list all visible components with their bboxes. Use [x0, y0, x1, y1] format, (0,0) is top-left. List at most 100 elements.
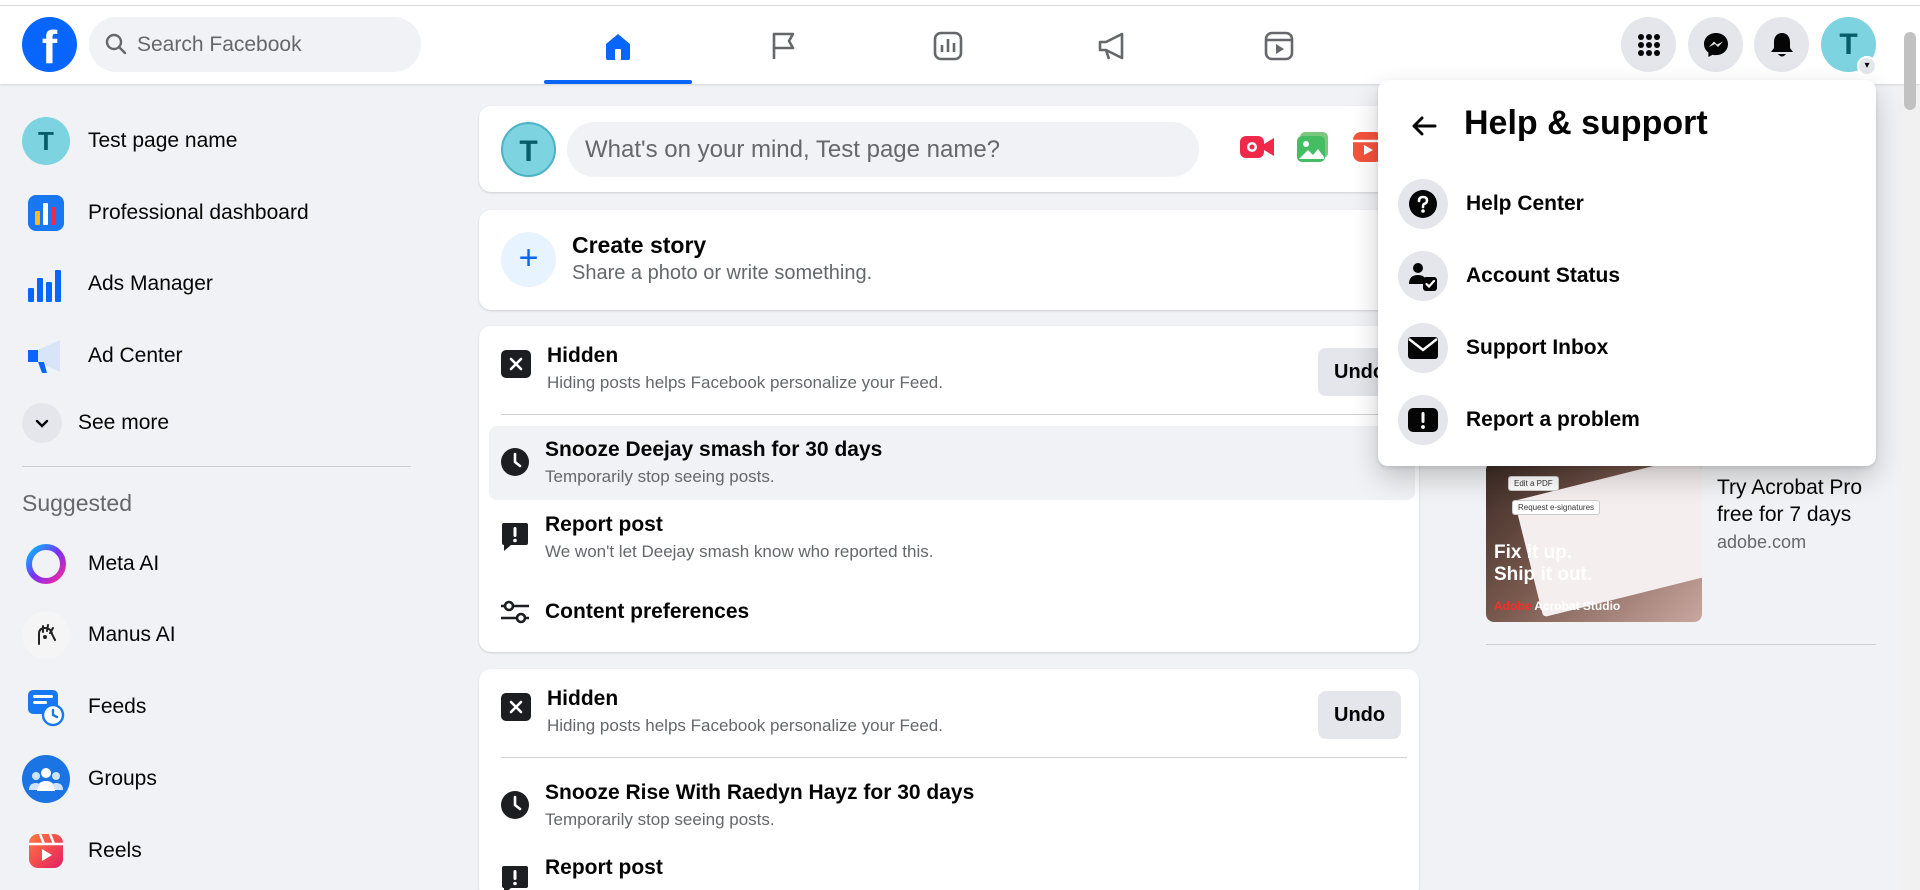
sidebar-item-professional-dashboard[interactable]: Professional dashboard	[22, 185, 412, 241]
content-preferences-option[interactable]: Content preferences	[489, 576, 1415, 650]
tab-video[interactable]	[1205, 10, 1353, 82]
manus-ai-icon	[22, 611, 70, 659]
ad-brand-rest: Acrobat Studio	[1531, 599, 1621, 613]
card-divider	[501, 414, 1407, 415]
sidebar-item-reels[interactable]: Reels	[22, 823, 412, 879]
snooze-option[interactable]: Snooze Rise With Raedyn Hayz for 30 days…	[489, 769, 1415, 843]
live-video-icon[interactable]	[1239, 132, 1275, 167]
sidebar-item-label: Ad Center	[88, 344, 183, 367]
top-navigation-bar: f T ▾	[0, 6, 1920, 84]
chevron-down-icon[interactable]: ▾	[1857, 56, 1877, 76]
report-subtitle: We won't let Deejay smash know who repor…	[545, 542, 934, 561]
help-support-title: Help & support	[1464, 104, 1708, 142]
megaphone-icon	[1098, 32, 1124, 60]
undo-button[interactable]: Undo	[1318, 691, 1402, 739]
sliders-icon	[499, 596, 531, 628]
page-scrollbar-thumb[interactable]	[1904, 32, 1916, 110]
see-more-button[interactable]: See more	[22, 395, 412, 451]
notifications-button[interactable]	[1754, 17, 1809, 72]
account-status-item[interactable]: Account Status	[1392, 244, 1862, 308]
snooze-title: Snooze Rise With Raedyn Hayz for 30 days	[545, 781, 975, 804]
avatar-icon: T	[22, 117, 70, 165]
hidden-title: Hidden	[547, 344, 619, 367]
report-title: Report post	[545, 513, 663, 536]
tab-insights[interactable]	[874, 10, 1022, 82]
support-inbox-item[interactable]: Support Inbox	[1392, 316, 1862, 380]
megaphone-icon	[22, 332, 70, 380]
envelope-icon	[1398, 323, 1448, 373]
sidebar-item-manus-ai[interactable]: Manus AI	[22, 607, 412, 663]
ad-chip-edit: Edit a PDF	[1508, 476, 1559, 491]
report-problem-label: Report a problem	[1466, 408, 1640, 431]
sidebar-item-meta-ai[interactable]: Meta AI	[22, 536, 412, 592]
sidebar-item-label: Manus AI	[88, 623, 176, 646]
facebook-logo-icon[interactable]: f	[22, 17, 77, 72]
search-input[interactable]	[137, 17, 407, 72]
composer-avatar[interactable]: T	[501, 122, 556, 177]
tab-home[interactable]	[544, 10, 692, 84]
account-status-label: Account Status	[1466, 264, 1621, 287]
report-post-option[interactable]: Report post	[489, 844, 1415, 890]
groups-icon	[22, 755, 70, 803]
right-column-divider	[1486, 644, 1876, 645]
snooze-subtitle: Temporarily stop seeing posts.	[545, 810, 775, 829]
content-preferences-label: Content preferences	[545, 600, 750, 623]
hidden-title: Hidden	[547, 687, 619, 710]
bell-icon	[1770, 32, 1793, 56]
dashboard-icon	[22, 189, 70, 237]
page-scrollbar-track[interactable]	[1898, 6, 1920, 890]
help-support-menu: Help & support Help Center Account Statu…	[1378, 80, 1876, 466]
composer-input[interactable]	[567, 122, 1199, 177]
ad-image[interactable]: Edit a PDF Request e-signatures Fix it u…	[1486, 462, 1702, 622]
grid-menu-icon	[1637, 33, 1660, 56]
ad-domain: adobe.com	[1717, 532, 1807, 552]
hidden-post-card: Hidden Hiding posts helps Facebook perso…	[479, 669, 1419, 890]
search-icon	[105, 33, 127, 55]
menu-button[interactable]	[1621, 17, 1676, 72]
report-problem-item[interactable]: Report a problem	[1392, 388, 1862, 452]
sidebar-item-ads-manager[interactable]: Ads Manager	[22, 256, 412, 312]
video-icon	[1264, 31, 1294, 61]
ad-chip-esign: Request e-signatures	[1512, 500, 1601, 515]
flag-icon	[772, 32, 795, 59]
ad-tagline-line-2: Ship it out.	[1494, 564, 1593, 585]
snooze-option[interactable]: Snooze Deejay smash for 30 days Temporar…	[489, 426, 1415, 500]
tab-pages[interactable]	[709, 10, 857, 82]
sidebar-item-feeds[interactable]: Feeds	[22, 679, 412, 735]
plus-icon[interactable]: +	[501, 232, 556, 287]
report-post-option[interactable]: Report post We won't let Deejay smash kn…	[489, 501, 1415, 575]
ad-brand-red: Adobe	[1494, 599, 1532, 613]
ad-tagline: Fix it up. Ship it out.	[1494, 542, 1592, 586]
back-arrow-icon[interactable]	[1404, 106, 1444, 146]
sidebar-item-label: Reels	[88, 839, 142, 862]
chevron-down-icon	[22, 403, 62, 443]
see-more-label: See more	[78, 411, 170, 434]
alert-icon	[1398, 395, 1448, 445]
card-divider	[501, 757, 1407, 758]
messenger-icon	[1703, 32, 1728, 57]
question-icon	[1398, 179, 1448, 229]
sidebar-item-ad-center[interactable]: Ad Center	[22, 328, 412, 384]
sidebar-item-profile[interactable]: T Test page name	[22, 113, 412, 169]
ad-title[interactable]: Try Acrobat Pro free for 7 days	[1717, 474, 1887, 528]
help-center-item[interactable]: Help Center	[1392, 172, 1862, 236]
close-box-icon	[501, 693, 531, 721]
account-status-icon	[1398, 251, 1448, 301]
bar-chart-icon	[22, 260, 70, 308]
create-story-card[interactable]: + Create story Share a photo or write so…	[479, 210, 1419, 310]
messenger-button[interactable]	[1688, 17, 1743, 72]
create-story-title: Create story	[572, 232, 707, 258]
ad-brand: Adobe Acrobat Studio	[1494, 599, 1620, 613]
support-inbox-label: Support Inbox	[1466, 336, 1609, 359]
meta-ai-icon	[22, 540, 70, 588]
tab-ads[interactable]	[1039, 10, 1187, 82]
sidebar-item-groups[interactable]: Groups	[22, 751, 412, 807]
sidebar-item-label: Ads Manager	[88, 272, 213, 295]
sidebar-item-label: Groups	[88, 767, 157, 790]
snooze-subtitle: Temporarily stop seeing posts.	[545, 467, 775, 486]
photo-video-icon[interactable]	[1296, 130, 1330, 169]
post-composer: T	[479, 106, 1419, 192]
snooze-title: Snooze Deejay smash for 30 days	[545, 438, 883, 461]
clock-icon	[499, 446, 531, 478]
search-box[interactable]	[89, 17, 421, 72]
